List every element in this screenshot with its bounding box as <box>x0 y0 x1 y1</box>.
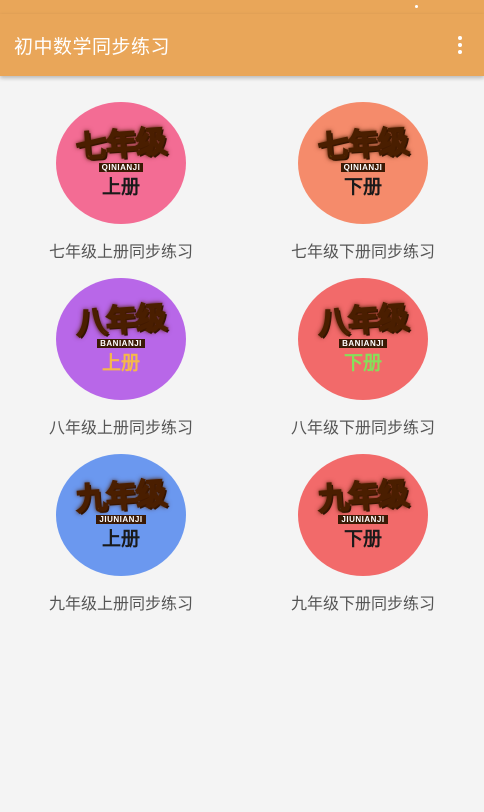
grade-8-term-1-badge[interactable]: 八年级 BANIANJI 上册 <box>56 278 186 400</box>
grade-8-term-2-label[interactable]: 八年级下册同步练习 <box>291 414 435 438</box>
badge-term-text: 下册 <box>343 175 382 198</box>
grade-grid: 七年级 QINIANJI 上册 七年级上册同步练习 七年级 QINIANJI 下… <box>0 76 484 614</box>
badge-grade-text: 九年级 <box>316 475 410 519</box>
grade-8-term-2-card[interactable]: 八年级 BANIANJI 下册 八年级下册同步练习 <box>242 278 484 438</box>
grade-8-term-1-label[interactable]: 八年级上册同步练习 <box>49 414 193 438</box>
grade-9-term-2-badge[interactable]: 九年级 JIUNIANJI 下册 <box>298 454 428 576</box>
badge-term-text: 上册 <box>101 175 140 198</box>
grade-7-term-1-label[interactable]: 七年级上册同步练习 <box>49 238 193 262</box>
grade-7-term-2-badge[interactable]: 七年级 QINIANJI 下册 <box>298 102 428 224</box>
grade-7-term-2-card[interactable]: 七年级 QINIANJI 下册 七年级下册同步练习 <box>242 102 484 262</box>
badge-grade-text: 八年级 <box>316 299 410 343</box>
grade-8-term-1-card[interactable]: 八年级 BANIANJI 上册 八年级上册同步练习 <box>0 278 242 438</box>
grade-9-term-1-card[interactable]: 九年级 JIUNIANJI 上册 九年级上册同步练习 <box>0 454 242 614</box>
grade-9-term-1-badge[interactable]: 九年级 JIUNIANJI 上册 <box>56 454 186 576</box>
more-vertical-icon[interactable] <box>448 30 472 60</box>
grade-9-term-1-label[interactable]: 九年级上册同步练习 <box>49 590 193 614</box>
status-bar <box>0 0 484 14</box>
badge-term-text: 上册 <box>101 351 140 374</box>
grade-9-term-2-label[interactable]: 九年级下册同步练习 <box>291 590 435 614</box>
badge-grade-text: 七年级 <box>74 123 168 167</box>
status-dot-icon <box>415 5 418 8</box>
badge-grade-text: 七年级 <box>316 123 410 167</box>
grade-7-term-2-label[interactable]: 七年级下册同步练习 <box>291 238 435 262</box>
app-bar: 初中数学同步练习 <box>0 14 484 76</box>
badge-grade-text: 八年级 <box>74 299 168 343</box>
badge-term-text: 下册 <box>343 351 382 374</box>
grade-7-term-1-card[interactable]: 七年级 QINIANJI 上册 七年级上册同步练习 <box>0 102 242 262</box>
grade-9-term-2-card[interactable]: 九年级 JIUNIANJI 下册 九年级下册同步练习 <box>242 454 484 614</box>
badge-term-text: 下册 <box>343 527 382 550</box>
grade-7-term-1-badge[interactable]: 七年级 QINIANJI 上册 <box>56 102 186 224</box>
badge-term-text: 上册 <box>101 527 140 550</box>
app-title: 初中数学同步练习 <box>14 35 171 58</box>
grade-8-term-2-badge[interactable]: 八年级 BANIANJI 下册 <box>298 278 428 400</box>
badge-grade-text: 九年级 <box>74 475 168 519</box>
